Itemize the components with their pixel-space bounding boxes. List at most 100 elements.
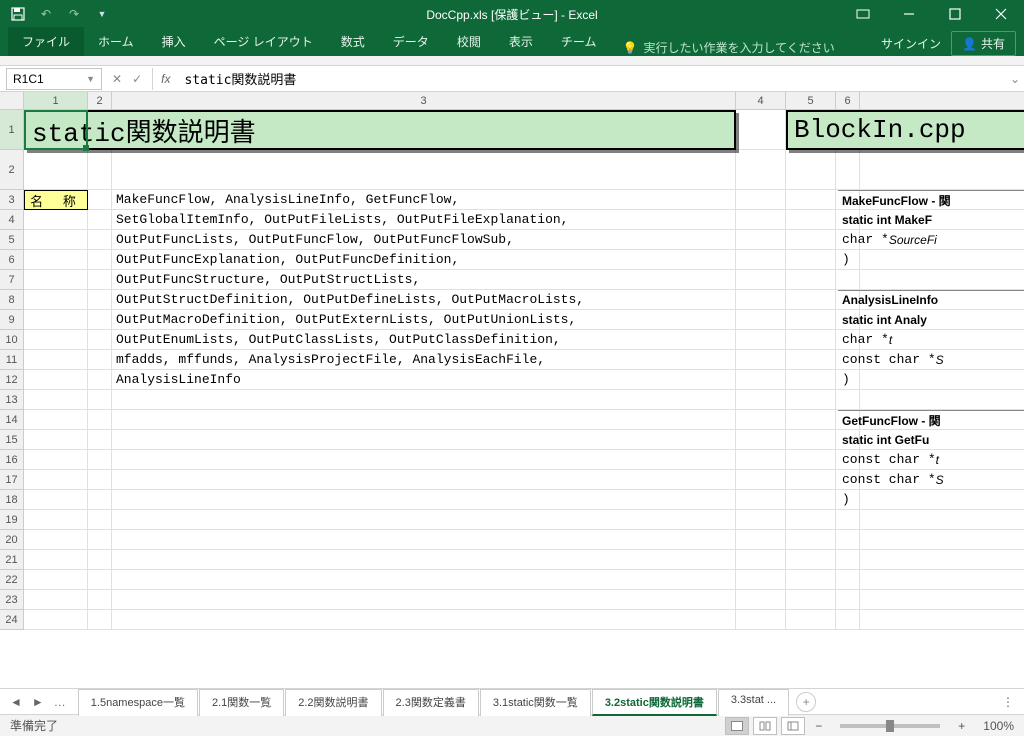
- row-header[interactable]: 7: [0, 270, 24, 290]
- code-line[interactable]: ): [838, 490, 1024, 510]
- cell[interactable]: [836, 150, 860, 190]
- row-header[interactable]: 24: [0, 610, 24, 630]
- minimize-button[interactable]: [886, 0, 932, 28]
- cell[interactable]: [786, 610, 836, 630]
- cell[interactable]: [836, 510, 860, 530]
- qat-dropdown-icon[interactable]: ▼: [92, 4, 112, 24]
- cell[interactable]: [786, 350, 836, 370]
- ribbon-display-icon[interactable]: [840, 0, 886, 28]
- cell[interactable]: [860, 530, 1024, 550]
- cell[interactable]: [112, 590, 736, 610]
- code-line[interactable]: ): [838, 250, 1024, 270]
- cell[interactable]: [786, 270, 836, 290]
- cell[interactable]: [786, 410, 836, 430]
- sheet-tab[interactable]: 1.5namespace一覧: [78, 689, 198, 716]
- cell[interactable]: [860, 610, 1024, 630]
- cell[interactable]: MakeFuncFlow, AnalysisLineInfo, GetFuncF…: [112, 190, 736, 210]
- code-line[interactable]: const char * S: [838, 470, 1024, 490]
- cell[interactable]: [736, 270, 786, 290]
- cell[interactable]: [88, 190, 112, 210]
- cell[interactable]: [786, 530, 836, 550]
- cell[interactable]: [786, 590, 836, 610]
- code-line[interactable]: [838, 270, 1024, 290]
- cell[interactable]: [786, 490, 836, 510]
- cell[interactable]: [786, 390, 836, 410]
- sheet-tab[interactable]: 3.2static関数説明書: [592, 689, 717, 716]
- sheet-tab[interactable]: 2.3関数定義書: [383, 689, 479, 716]
- undo-icon[interactable]: ↶: [36, 4, 56, 24]
- cell[interactable]: [88, 230, 112, 250]
- cell[interactable]: [860, 590, 1024, 610]
- cell[interactable]: AnalysisLineInfo: [112, 370, 736, 390]
- cell[interactable]: [736, 550, 786, 570]
- chevron-down-icon[interactable]: ▼: [86, 74, 95, 84]
- cell[interactable]: OutPutFuncStructure, OutPutStructLists,: [112, 270, 736, 290]
- cell[interactable]: OutPutFuncLists, OutPutFuncFlow, OutPutF…: [112, 230, 736, 250]
- enter-icon[interactable]: ✓: [132, 72, 142, 86]
- cell[interactable]: [88, 490, 112, 510]
- code-line[interactable]: char * t: [838, 330, 1024, 350]
- cell[interactable]: [24, 150, 88, 190]
- cell[interactable]: [786, 430, 836, 450]
- cell[interactable]: [24, 610, 88, 630]
- cell[interactable]: [24, 370, 88, 390]
- sheet-tab[interactable]: 2.1関数一覧: [199, 689, 284, 716]
- expand-formula-icon[interactable]: ⌄: [1006, 72, 1024, 86]
- cell[interactable]: [836, 530, 860, 550]
- column-header[interactable]: 2: [88, 92, 112, 110]
- cell[interactable]: [736, 450, 786, 470]
- column-header[interactable]: 5: [786, 92, 836, 110]
- cell[interactable]: [88, 210, 112, 230]
- cell[interactable]: [836, 610, 860, 630]
- cell[interactable]: [786, 190, 836, 210]
- cell[interactable]: [786, 450, 836, 470]
- code-line[interactable]: const char * t: [838, 450, 1024, 470]
- view-pagelayout-icon[interactable]: [753, 717, 777, 735]
- tab-view[interactable]: 表示: [495, 27, 547, 56]
- title-banner-right[interactable]: BlockIn.cpp: [786, 110, 1024, 150]
- add-sheet-button[interactable]: +: [796, 692, 816, 712]
- cell[interactable]: [736, 610, 786, 630]
- cell[interactable]: [736, 530, 786, 550]
- cell[interactable]: [786, 510, 836, 530]
- cell[interactable]: [736, 510, 786, 530]
- cell[interactable]: [88, 590, 112, 610]
- tab-insert[interactable]: 挿入: [148, 27, 200, 56]
- row-header[interactable]: 15: [0, 430, 24, 450]
- cell[interactable]: [736, 150, 786, 190]
- row-header[interactable]: 13: [0, 390, 24, 410]
- column-header[interactable]: 6: [836, 92, 860, 110]
- cell[interactable]: [88, 290, 112, 310]
- code-line[interactable]: MakeFuncFlow - 関: [838, 190, 1024, 210]
- code-line[interactable]: ): [838, 370, 1024, 390]
- cell[interactable]: [88, 470, 112, 490]
- cell[interactable]: [736, 390, 786, 410]
- cell[interactable]: [860, 570, 1024, 590]
- title-banner-left[interactable]: static関数説明書: [24, 110, 736, 150]
- row-header[interactable]: 4: [0, 210, 24, 230]
- row-header[interactable]: 18: [0, 490, 24, 510]
- sheet-tab[interactable]: 2.2関数説明書: [285, 689, 381, 716]
- cell[interactable]: [112, 510, 736, 530]
- cell[interactable]: [786, 250, 836, 270]
- row-header[interactable]: 21: [0, 550, 24, 570]
- row-header[interactable]: 1: [0, 110, 24, 150]
- formula-input[interactable]: static関数説明書: [178, 69, 1006, 88]
- share-button[interactable]: 👤 共有: [951, 31, 1016, 56]
- cell[interactable]: [88, 250, 112, 270]
- cell[interactable]: [24, 490, 88, 510]
- view-pagebreak-icon[interactable]: [781, 717, 805, 735]
- cell[interactable]: [836, 570, 860, 590]
- cell[interactable]: [860, 150, 1024, 190]
- fx-icon[interactable]: fx: [153, 72, 178, 86]
- view-normal-icon[interactable]: [725, 717, 749, 735]
- cell[interactable]: [88, 430, 112, 450]
- code-line[interactable]: AnalysisLineInfo: [838, 290, 1024, 310]
- save-icon[interactable]: [8, 4, 28, 24]
- tab-team[interactable]: チーム: [547, 27, 611, 56]
- cell[interactable]: [786, 150, 836, 190]
- row-header[interactable]: 20: [0, 530, 24, 550]
- row-header[interactable]: 19: [0, 510, 24, 530]
- cell[interactable]: [24, 590, 88, 610]
- cell[interactable]: [24, 230, 88, 250]
